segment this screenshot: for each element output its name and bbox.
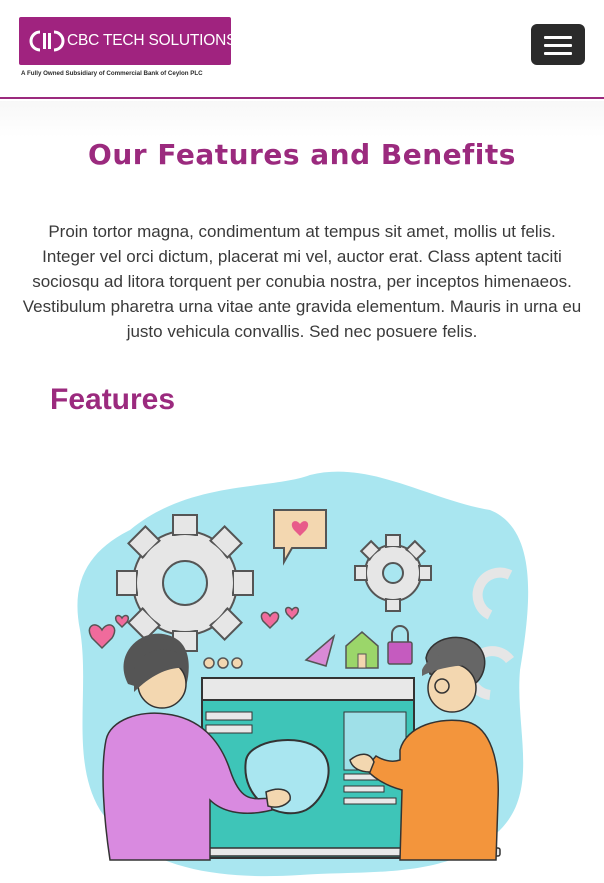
gear-icon	[116, 514, 254, 652]
header-shadow	[0, 101, 604, 137]
company-logo[interactable]: CBC TECH SOLUTIONS A Fully Owned Subsidi…	[19, 17, 236, 79]
page-title: Our Features and Benefits	[88, 138, 516, 171]
logo-banner: CBC TECH SOLUTIONS	[19, 17, 236, 65]
window-dots	[203, 657, 243, 669]
hamburger-icon-bar	[544, 52, 572, 55]
logo-text: CBC TECH SOLUTIONS	[67, 32, 237, 49]
menu-toggle-button[interactable]	[531, 24, 585, 65]
site-header: CBC TECH SOLUTIONS A Fully Owned Subsidi…	[0, 0, 604, 99]
hamburger-icon	[544, 36, 572, 39]
hamburger-icon-bar	[544, 44, 572, 47]
intro-paragraph: Proin tortor magna, condimentum at tempu…	[22, 222, 582, 341]
features-illustration	[77, 471, 529, 877]
features-heading: Features	[50, 383, 176, 416]
logo-mark-icon	[29, 30, 65, 52]
logo-tagline: A Fully Owned Subsidiary of Commercial B…	[21, 70, 203, 77]
